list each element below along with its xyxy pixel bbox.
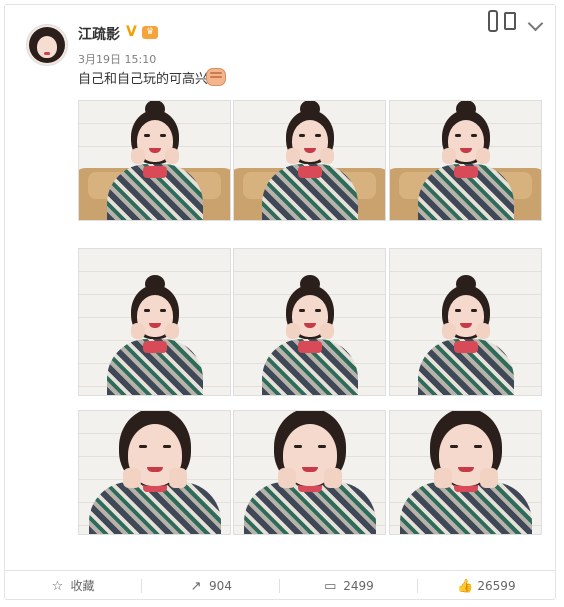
decorative-icon-right <box>504 12 516 30</box>
repost-count: 904 <box>209 579 232 593</box>
photo-3[interactable] <box>389 100 542 221</box>
comment-button[interactable]: ▭ 2499 <box>280 571 417 601</box>
share-arrow-icon: ↗ <box>190 579 202 594</box>
photo-7[interactable] <box>78 410 231 535</box>
post-action-bar: ☆ 收藏 ↗ 904 ▭ 2499 👍 26599 <box>4 570 556 600</box>
photo-8[interactable] <box>233 410 386 535</box>
verified-icon: V <box>126 24 137 40</box>
top-right-decoration-icons <box>488 6 524 42</box>
photo-9[interactable] <box>389 410 542 535</box>
avatar-lip <box>44 52 50 55</box>
like-count: 26599 <box>477 579 516 593</box>
star-outline-icon: ☆ <box>51 579 64 594</box>
comment-count: 2499 <box>343 579 374 593</box>
like-button[interactable]: 👍 26599 <box>418 571 555 601</box>
photo-6[interactable] <box>389 248 542 396</box>
post-text: 自己和自己玩的可高兴 <box>78 72 209 87</box>
photo-4[interactable] <box>78 248 231 396</box>
thumb-up-icon: 👍 <box>457 579 474 594</box>
comment-bubble-icon: ▭ <box>324 579 337 594</box>
fist-emoji-icon <box>206 68 226 86</box>
post-timestamp[interactable]: 3月19日 15:10 <box>78 51 156 67</box>
member-crown-icon: ♛ <box>142 26 158 39</box>
username[interactable]: 江疏影 <box>78 24 120 44</box>
avatar[interactable] <box>26 24 68 66</box>
favorite-label: 收藏 <box>70 579 95 593</box>
decorative-icon-left <box>488 10 498 32</box>
favorite-button[interactable]: ☆ 收藏 <box>4 571 141 601</box>
photo-5[interactable] <box>233 248 386 396</box>
photo-1[interactable] <box>78 100 231 221</box>
photo-2[interactable] <box>233 100 386 221</box>
repost-button[interactable]: ↗ 904 <box>142 571 279 601</box>
